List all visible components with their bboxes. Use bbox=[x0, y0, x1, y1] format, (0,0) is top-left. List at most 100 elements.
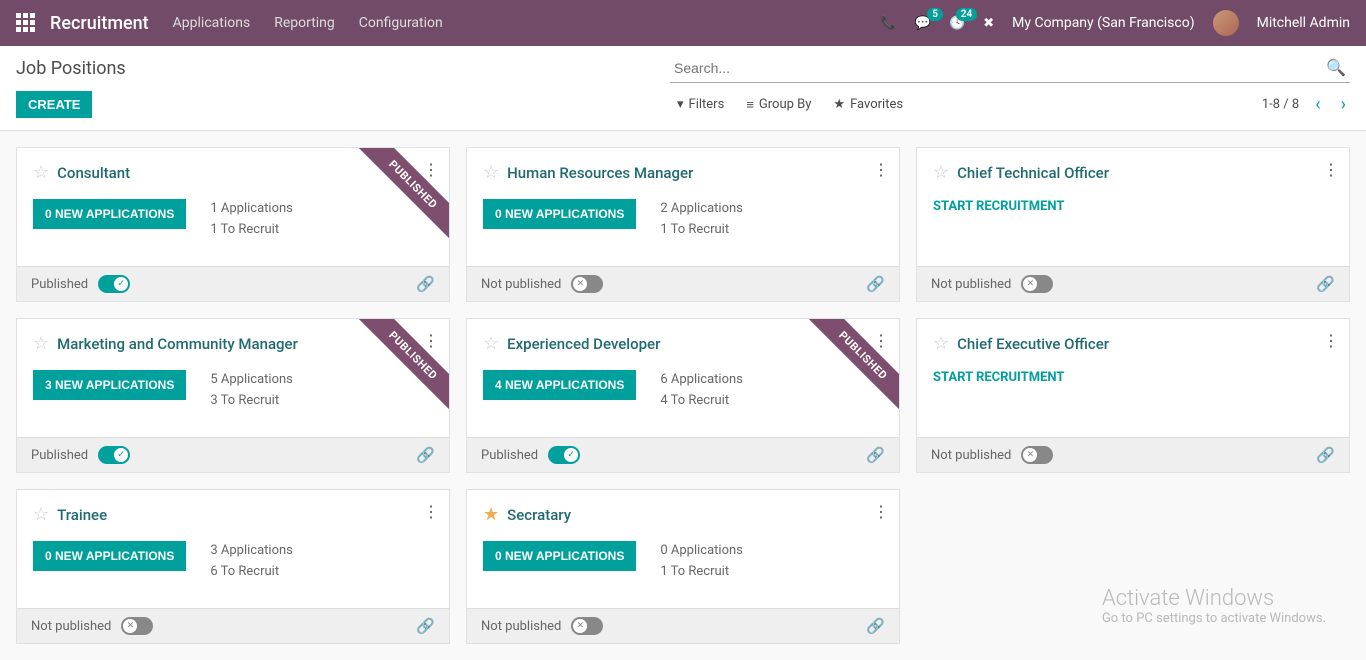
card-menu-icon[interactable]: ⋮ bbox=[873, 502, 889, 521]
filters-button[interactable]: ▾Filters bbox=[677, 97, 724, 113]
page-title: Job Positions bbox=[16, 58, 126, 79]
new-applications-button[interactable]: 4 NEW APPLICATIONS bbox=[483, 370, 636, 400]
link-icon[interactable]: 🔗 bbox=[1316, 275, 1335, 293]
link-icon[interactable]: 🔗 bbox=[1316, 446, 1335, 464]
publish-status: Published bbox=[31, 448, 88, 463]
job-stats: 2 Applications 1 To Recruit bbox=[660, 199, 743, 241]
kanban-grid: ☆ Consultant ⋮ 0 NEW APPLICATIONS 1 Appl… bbox=[0, 131, 1366, 660]
card-menu-icon[interactable]: ⋮ bbox=[873, 331, 889, 350]
search-icon[interactable]: 🔍 bbox=[1326, 58, 1346, 77]
card-footer: Not published ✕ 🔗 bbox=[467, 266, 899, 301]
pager-text: 1-8 / 8 bbox=[1262, 97, 1299, 112]
job-card[interactable]: ☆ Marketing and Community Manager ⋮ 3 NE… bbox=[16, 318, 450, 473]
card-menu-icon[interactable]: ⋮ bbox=[1323, 331, 1339, 350]
brand-title[interactable]: Recruitment bbox=[50, 13, 149, 34]
favorite-star[interactable]: ☆ bbox=[483, 333, 499, 354]
job-title[interactable]: Secratary bbox=[507, 506, 571, 524]
favorite-star[interactable]: ☆ bbox=[33, 504, 49, 525]
phone-icon[interactable]: 📞 bbox=[881, 16, 897, 31]
to-recruit-count: 3 To Recruit bbox=[210, 391, 293, 412]
card-menu-icon[interactable]: ⋮ bbox=[423, 502, 439, 521]
card-menu-icon[interactable]: ⋮ bbox=[1323, 160, 1339, 179]
publish-toggle[interactable]: ✕ bbox=[121, 617, 153, 635]
nav-applications[interactable]: Applications bbox=[173, 15, 251, 31]
applications-count: 0 Applications bbox=[660, 541, 743, 562]
job-title[interactable]: Marketing and Community Manager bbox=[57, 335, 298, 353]
publish-toggle[interactable]: ✕ bbox=[571, 275, 603, 293]
favorite-star[interactable]: ☆ bbox=[933, 333, 949, 354]
navbar: Recruitment Applications Reporting Confi… bbox=[0, 0, 1366, 46]
publish-toggle[interactable]: ✕ bbox=[1021, 275, 1053, 293]
nav-reporting[interactable]: Reporting bbox=[274, 15, 335, 31]
applications-count: 3 Applications bbox=[210, 541, 293, 562]
link-icon[interactable]: 🔗 bbox=[416, 446, 435, 464]
publish-status: Not published bbox=[481, 277, 561, 292]
new-applications-button[interactable]: 0 NEW APPLICATIONS bbox=[483, 199, 636, 229]
job-title[interactable]: Chief Technical Officer bbox=[957, 164, 1109, 182]
card-menu-icon[interactable]: ⋮ bbox=[423, 331, 439, 350]
link-icon[interactable]: 🔗 bbox=[866, 275, 885, 293]
card-menu-icon[interactable]: ⋮ bbox=[423, 160, 439, 179]
pager-next[interactable]: › bbox=[1337, 94, 1350, 115]
job-card[interactable]: ★ Secratary ⋮ 0 NEW APPLICATIONS 0 Appli… bbox=[466, 489, 900, 644]
link-icon[interactable]: 🔗 bbox=[416, 617, 435, 635]
publish-toggle[interactable]: ✓ bbox=[548, 446, 580, 464]
user-name[interactable]: Mitchell Admin bbox=[1257, 15, 1350, 31]
new-applications-button[interactable]: 0 NEW APPLICATIONS bbox=[483, 541, 636, 571]
applications-count: 6 Applications bbox=[660, 370, 743, 391]
job-card[interactable]: ☆ Chief Executive Officer ⋮ START RECRUIT… bbox=[916, 318, 1350, 473]
applications-count: 5 Applications bbox=[210, 370, 293, 391]
publish-toggle[interactable]: ✕ bbox=[1021, 446, 1053, 464]
start-recruitment-button[interactable]: START RECRUITMENT bbox=[933, 199, 1333, 214]
new-applications-button[interactable]: 0 NEW APPLICATIONS bbox=[33, 199, 186, 229]
publish-status: Not published bbox=[931, 448, 1011, 463]
favorites-button[interactable]: ★Favorites bbox=[833, 97, 903, 113]
favorite-star[interactable]: ☆ bbox=[33, 333, 49, 354]
publish-status: Published bbox=[31, 277, 88, 292]
job-title[interactable]: Experienced Developer bbox=[507, 335, 660, 353]
company-selector[interactable]: My Company (San Francisco) bbox=[1012, 15, 1194, 31]
job-title[interactable]: Human Resources Manager bbox=[507, 164, 693, 182]
publish-status: Published bbox=[481, 448, 538, 463]
job-card[interactable]: ☆ Trainee ⋮ 0 NEW APPLICATIONS 3 Applica… bbox=[16, 489, 450, 644]
nav-configuration[interactable]: Configuration bbox=[359, 15, 443, 31]
search-input[interactable] bbox=[670, 54, 1350, 83]
favorite-star[interactable]: ★ bbox=[483, 504, 499, 525]
create-button[interactable]: CREATE bbox=[16, 91, 92, 118]
applications-count: 2 Applications bbox=[660, 199, 743, 220]
card-footer: Published ✓ 🔗 bbox=[17, 437, 449, 472]
new-applications-button[interactable]: 3 NEW APPLICATIONS bbox=[33, 370, 186, 400]
favorite-star[interactable]: ☆ bbox=[933, 162, 949, 183]
card-menu-icon[interactable]: ⋮ bbox=[873, 160, 889, 179]
link-icon[interactable]: 🔗 bbox=[416, 275, 435, 293]
job-card[interactable]: ☆ Experienced Developer ⋮ 4 NEW APPLICAT… bbox=[466, 318, 900, 473]
job-stats: 5 Applications 3 To Recruit bbox=[210, 370, 293, 412]
control-panel: Job Positions 🔍 CREATE ▾Filters ≡Group B… bbox=[0, 46, 1366, 131]
job-title[interactable]: Chief Executive Officer bbox=[957, 335, 1109, 353]
job-stats: 1 Applications 1 To Recruit bbox=[210, 199, 293, 241]
job-card[interactable]: ☆ Human Resources Manager ⋮ 0 NEW APPLIC… bbox=[466, 147, 900, 302]
job-title[interactable]: Consultant bbox=[57, 164, 130, 182]
job-title[interactable]: Trainee bbox=[57, 506, 107, 524]
pager-prev[interactable]: ‹ bbox=[1311, 94, 1324, 115]
job-card[interactable]: ☆ Consultant ⋮ 0 NEW APPLICATIONS 1 Appl… bbox=[16, 147, 450, 302]
link-icon[interactable]: 🔗 bbox=[866, 446, 885, 464]
publish-toggle[interactable]: ✓ bbox=[98, 275, 130, 293]
activity-icon[interactable]: 🕓24 bbox=[949, 16, 965, 31]
messages-icon[interactable]: 💬5 bbox=[915, 16, 931, 31]
favorite-star[interactable]: ☆ bbox=[483, 162, 499, 183]
groupby-button[interactable]: ≡Group By bbox=[746, 97, 811, 113]
user-avatar[interactable] bbox=[1213, 10, 1239, 36]
publish-toggle[interactable]: ✕ bbox=[571, 617, 603, 635]
job-card[interactable]: ☆ Chief Technical Officer ⋮ START RECRUIT… bbox=[916, 147, 1350, 302]
favorite-star[interactable]: ☆ bbox=[33, 162, 49, 183]
publish-status: Not published bbox=[931, 277, 1011, 292]
publish-toggle[interactable]: ✓ bbox=[98, 446, 130, 464]
new-applications-button[interactable]: 0 NEW APPLICATIONS bbox=[33, 541, 186, 571]
start-recruitment-button[interactable]: START RECRUITMENT bbox=[933, 370, 1333, 385]
link-icon[interactable]: 🔗 bbox=[866, 617, 885, 635]
job-stats: 0 Applications 1 To Recruit bbox=[660, 541, 743, 583]
applications-count: 1 Applications bbox=[210, 199, 293, 220]
apps-menu-icon[interactable] bbox=[16, 13, 36, 33]
tools-icon[interactable]: ✖ bbox=[983, 16, 994, 31]
